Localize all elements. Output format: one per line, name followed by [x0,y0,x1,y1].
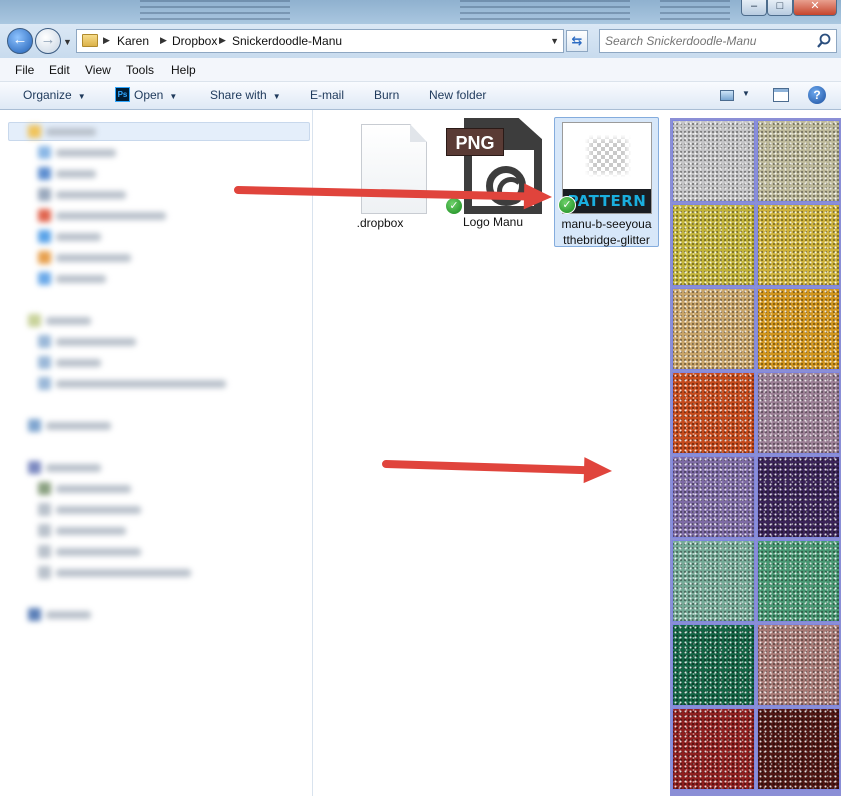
file-name-line: manu-b-seeyoua [561,217,652,231]
share-with-label: Share with [210,88,267,102]
open-button[interactable]: Open ▼ [134,88,177,102]
glitter-swatch [757,288,840,370]
email-button[interactable]: E-mail [310,88,344,102]
change-view-icon[interactable] [720,90,734,101]
address-row: ← → ▼ ▶ Karen ▶ Dropbox ▶ Snickerdoodle-… [0,24,841,58]
file-name: .dropbox [356,216,404,230]
maximize-button[interactable]: □ [767,0,793,16]
refresh-icon: ⇆ [571,33,583,48]
glitter-swatch [672,708,755,790]
glitter-swatch [672,624,755,706]
menu-file[interactable]: File [15,63,34,77]
search-icon[interactable] [816,32,832,50]
organize-label: Organize [23,88,72,102]
menu-tools[interactable]: Tools [126,63,154,77]
file-name: Logo Manu [462,215,524,229]
menu-bar: File Edit View Tools Help [0,58,841,82]
new-folder-button[interactable]: New folder [429,88,486,102]
open-label: Open [134,88,164,102]
menu-edit[interactable]: Edit [49,63,70,77]
recent-pages-dropdown[interactable]: ▼ [63,37,72,47]
breadcrumb-dropbox[interactable]: Dropbox [172,34,217,48]
address-history-dropdown[interactable]: ▼ [550,36,559,46]
glitter-swatch [672,120,755,202]
share-with-button[interactable]: Share with ▼ [210,88,281,102]
png-badge: PNG [446,128,504,156]
chevron-down-icon: ▼ [169,92,178,101]
breadcrumb-chevron-icon[interactable]: ▶ [103,35,110,46]
glitter-swatch [757,708,840,790]
menu-help[interactable]: Help [171,63,196,77]
file-name: manu-b-seeyoua tthebridge-glitter [555,216,658,248]
glitter-swatch [757,120,840,202]
file-item[interactable]: .dropbox [328,110,432,230]
organize-button[interactable]: Organize ▼ [23,88,86,102]
file-item[interactable]: Logo Manu [441,215,545,231]
photoshop-icon: Ps [115,87,130,102]
sync-check-icon: ✓ [558,196,576,214]
back-button[interactable]: ← [7,28,33,54]
background-window-text [660,0,730,24]
glitter-swatch [672,540,755,622]
search-box[interactable] [599,29,837,53]
close-button[interactable]: ✕ [793,0,837,16]
background-window-text [460,0,630,24]
pattern-file-icon: PATTERN [562,122,652,214]
command-bar: Organize ▼ Ps Open ▼ Share with ▼ E-mail Bu… [0,82,841,110]
menu-view[interactable]: View [85,63,111,77]
glitter-swatch [672,372,755,454]
chevron-down-icon: ▼ [272,92,281,101]
glitter-swatch [757,624,840,706]
sync-check-icon: ✓ [445,197,463,215]
png-file-icon[interactable]: PNG [446,118,544,216]
refresh-button[interactable]: ⇆ [566,30,588,52]
forward-button[interactable]: → [35,28,61,54]
help-button[interactable]: ? [808,86,826,104]
forward-arrow-icon: → [40,31,56,48]
burn-button[interactable]: Burn [374,88,399,102]
preview-pane-button[interactable] [773,88,789,102]
glitter-swatch [672,456,755,538]
file-name-line: tthebridge-glitter [563,233,650,247]
title-bar: – □ ✕ [0,0,841,24]
glitter-swatch [757,540,840,622]
back-arrow-icon: ← [12,31,28,48]
search-input[interactable] [605,33,815,49]
breadcrumb-karen[interactable]: Karen [117,34,149,48]
chevron-down-icon: ▼ [77,92,86,101]
camera-aperture-icon [486,166,526,206]
breadcrumb-chevron-icon[interactable]: ▶ [219,35,226,46]
pattern-badge: PATTERN [563,189,651,213]
breadcrumb-chevron-icon[interactable]: ▶ [160,35,167,46]
address-bar[interactable]: ▶ Karen ▶ Dropbox ▶ Snickerdoodle-Manu ▼ [76,29,564,53]
chevron-down-icon[interactable]: ▼ [742,89,750,98]
breadcrumb-snickerdoodle-manu[interactable]: Snickerdoodle-Manu [232,34,342,48]
minimize-button[interactable]: – [741,0,767,16]
glitter-swatch [672,288,755,370]
file-item-selected[interactable]: PATTERN manu-b-seeyoua tthebridge-glitte… [554,117,659,247]
glitter-swatch [672,204,755,286]
transparency-checker [585,135,631,177]
folder-icon [82,34,98,47]
glitter-swatch [757,372,840,454]
glitter-swatch-grid [670,118,841,796]
background-window-text [140,0,290,24]
glitter-swatch [757,456,840,538]
navigation-pane[interactable] [0,110,313,796]
glitter-swatch [757,204,840,286]
